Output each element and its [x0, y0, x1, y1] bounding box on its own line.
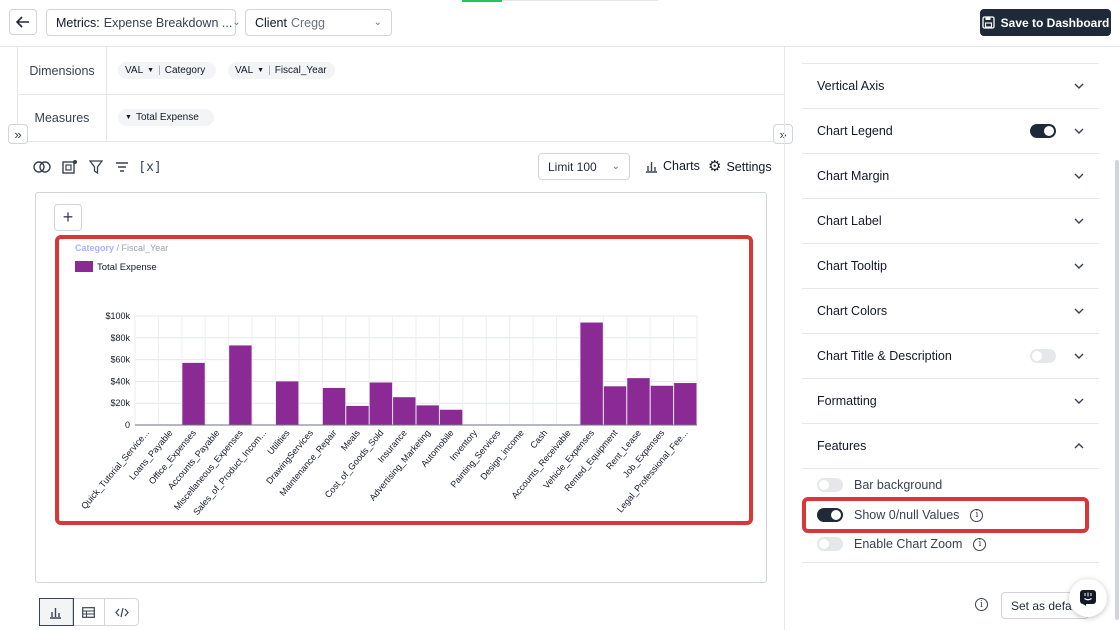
feature-label: Enable Chart Zoom — [854, 537, 963, 551]
chevron-down-icon[interactable] — [1074, 216, 1084, 227]
chevron-down-icon[interactable] — [1074, 351, 1084, 362]
panel-row-controls — [1030, 124, 1084, 138]
panel-divider — [784, 47, 785, 630]
panel-row-label: Vertical Axis — [817, 79, 885, 93]
chevron-down-icon[interactable] — [1074, 81, 1084, 92]
panel-row-controls — [1074, 306, 1084, 317]
toggle-switch[interactable] — [1030, 349, 1056, 363]
panel-scrollbar[interactable] — [1115, 160, 1119, 620]
view-switcher — [39, 598, 139, 626]
panel-row-features[interactable]: Features — [802, 424, 1099, 469]
chat-icon — [1080, 590, 1096, 606]
panel-row-controls — [1074, 81, 1084, 92]
panel-row-controls — [1074, 261, 1084, 272]
toggle-switch[interactable] — [1030, 124, 1056, 138]
feature-highlight-box — [802, 497, 1089, 533]
panel-row-label: Chart Label — [817, 214, 882, 228]
feature-bar-background[interactable]: Bar background — [817, 477, 942, 493]
info-icon[interactable]: i — [973, 537, 987, 551]
panel-row-label: Chart Margin — [817, 169, 890, 183]
table-icon — [82, 606, 95, 618]
panel-row-label: Formatting — [817, 394, 877, 408]
panel-row-controls — [1074, 171, 1084, 182]
code-icon — [114, 607, 129, 617]
chevron-down-icon[interactable] — [1074, 126, 1084, 137]
panel-row-chart-tooltip[interactable]: Chart Tooltip — [802, 244, 1099, 289]
feature-enable-chart-zoom[interactable]: Enable Chart Zoom i — [817, 536, 987, 552]
panel-bottom-divider — [802, 562, 1099, 563]
panel-row-chart-legend[interactable]: Chart Legend — [802, 109, 1099, 154]
save-icon — [981, 16, 995, 29]
chevron-up-icon[interactable] — [1074, 441, 1084, 452]
chevron-down-icon[interactable] — [1074, 261, 1084, 272]
bar-chart-icon — [50, 607, 62, 619]
panel-row-label: Features — [817, 439, 867, 453]
toggle-switch[interactable] — [817, 478, 843, 492]
chevron-down-icon[interactable] — [1074, 171, 1084, 182]
table-view-button[interactable] — [73, 599, 106, 625]
info-icon[interactable]: i — [975, 598, 988, 611]
panel-row-chart-colors[interactable]: Chart Colors — [802, 289, 1099, 334]
panel-row-label: Chart Legend — [817, 124, 893, 138]
panel-row-chart-margin[interactable]: Chart Margin — [802, 154, 1099, 199]
chevron-down-icon[interactable] — [1074, 396, 1084, 407]
panel-row-label: Chart Colors — [817, 304, 888, 318]
panel-row-chart-title-description[interactable]: Chart Title & Description — [802, 334, 1099, 379]
chart-view-button[interactable] — [39, 598, 74, 626]
panel-row-label: Chart Title & Description — [817, 349, 952, 363]
panel-row-label: Chart Tooltip — [817, 259, 887, 273]
panel-row-chart-label[interactable]: Chart Label — [802, 199, 1099, 244]
chat-support-button[interactable] — [1069, 579, 1107, 617]
code-view-button[interactable] — [105, 599, 138, 625]
save-to-dashboard-button[interactable]: Save to Dashboard — [980, 9, 1111, 36]
panel-row-formatting[interactable]: Formatting — [802, 379, 1099, 424]
panel-row-vertical-axis[interactable]: Vertical Axis — [802, 64, 1099, 109]
save-label: Save to Dashboard — [1000, 15, 1110, 30]
panel-row-controls — [1074, 216, 1084, 227]
panel-row-controls — [1074, 441, 1084, 452]
panel-row-controls — [1074, 396, 1084, 407]
chart-highlight-box — [55, 235, 753, 525]
chevron-down-icon[interactable] — [1074, 306, 1084, 317]
feature-label: Bar background — [854, 478, 943, 492]
toggle-switch[interactable] — [817, 537, 843, 551]
panel-row-controls — [1030, 349, 1084, 363]
